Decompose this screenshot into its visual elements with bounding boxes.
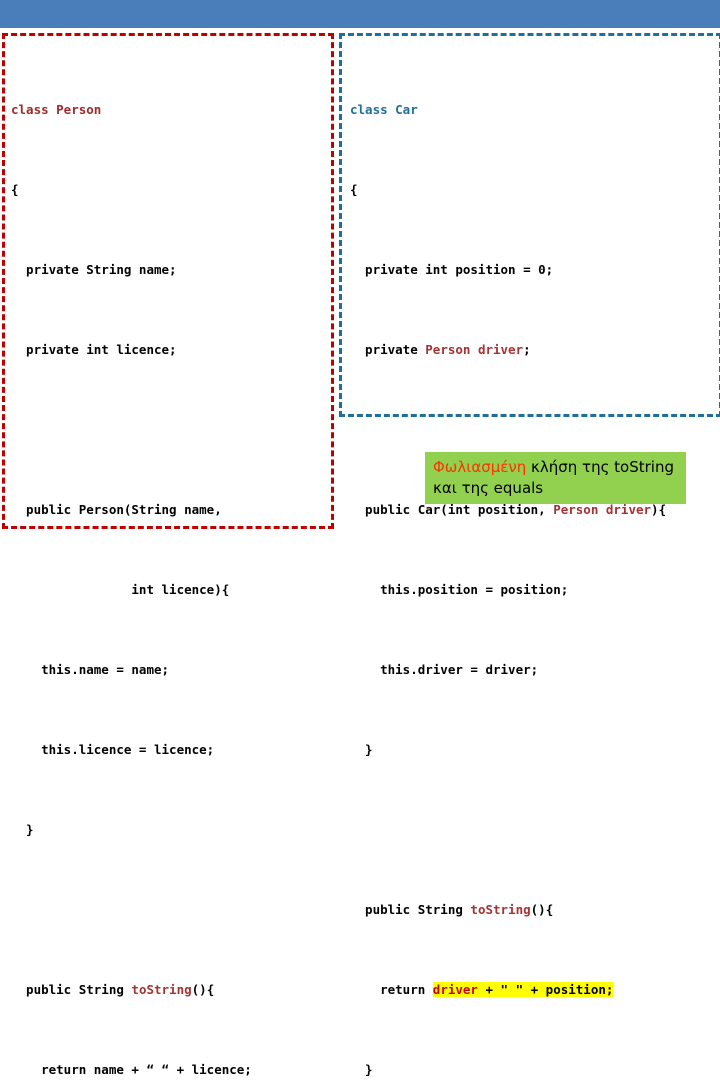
person-class-code-box: class Person { private String name; priv… [2,33,334,1077]
code-line: { [11,182,19,197]
annotation-line-2: και της equals [433,479,544,497]
code-line: } [11,822,34,837]
code-line: class Car [350,100,719,120]
annotation-emphasis: Φωλιασμένη [433,458,527,476]
code-line: { [350,182,358,197]
annotation-callout: Φωλιασμένη κλήση της toString και της eq… [425,452,686,504]
person-code-listing: class Person { private String name; priv… [5,36,331,1080]
annotation-line-1-rest: κλήση της toString [526,458,674,476]
annotation-line-1: Φωλιασμένη κλήση της toString [433,457,678,478]
person-class-title: class Person [11,102,102,117]
car-tostring-highlight-rest: + " " + position; [477,982,614,997]
code-line: public String toString(){ [350,902,554,917]
car-person-driver-param-token: Person driver [553,502,652,517]
code-line: this.name = name; [11,662,170,677]
code-line: private Person driver; [350,342,531,357]
code-line: private String name; [11,262,177,277]
code-line: public String toString(){ [11,982,215,997]
person-tostring-token: toString [131,982,192,997]
code-line-highlighted: return driver + " " + position; [350,982,614,997]
code-line: } [350,742,373,757]
code-line: private int position = 0; [350,262,554,277]
code-line: public Person(String name, [11,502,222,517]
code-line: } [350,1062,373,1077]
car-tostring-token: toString [470,902,531,917]
car-person-driver-field-token: Person driver [425,342,524,357]
code-line: this.position = position; [350,582,569,597]
code-line: this.licence = licence; [11,742,215,757]
car-code-listing: class Car { private int position = 0; pr… [342,36,719,1080]
car-tostring-driver-highlight: driver [432,982,478,997]
title-banner [0,0,720,28]
code-line: return name + “ “ + licence; [11,1062,252,1077]
car-class-title: class Car [350,102,418,117]
code-line: class Person [11,100,331,120]
car-class-code-box: class Car { private int position = 0; pr… [339,33,720,1077]
code-line: private int licence; [11,342,177,357]
code-line: this.driver = driver; [350,662,539,677]
code-line: int licence){ [11,582,230,597]
